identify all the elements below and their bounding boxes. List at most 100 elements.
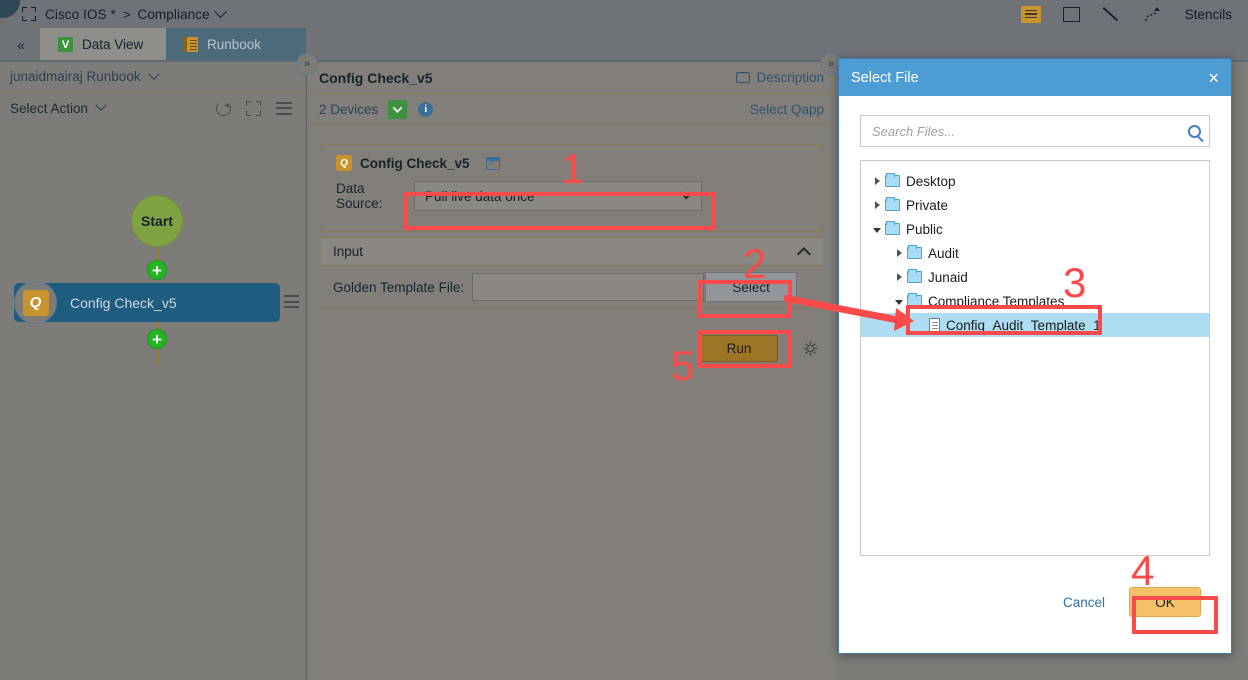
input-section-header[interactable]: Input xyxy=(321,237,823,266)
dialog-footer: Cancel OK xyxy=(839,569,1231,653)
search-input[interactable] xyxy=(872,123,1188,139)
gear-icon[interactable] xyxy=(803,341,818,356)
flow-node-task-label: Config Check_v5 xyxy=(70,294,177,311)
flow-node-config-check[interactable]: Q Config Check_v5 xyxy=(14,281,280,324)
select-action-chevron-down-icon[interactable] xyxy=(95,99,107,111)
file-tree-folder[interactable]: Compliance Templates xyxy=(861,289,1209,313)
runbook-flow-canvas[interactable]: Start + Q Config Check_v5 + xyxy=(0,124,306,364)
add-step-button-top[interactable]: + xyxy=(147,260,167,280)
devices-count-label[interactable]: 2 Devices xyxy=(319,102,378,117)
config-panel-subheader: 2 Devices i Select Qapp xyxy=(307,94,836,125)
hamburger-icon[interactable] xyxy=(1020,5,1041,23)
flow-node-menu-icon[interactable] xyxy=(284,295,299,308)
dialog-header: Select File × xyxy=(839,59,1231,96)
golden-template-row: Golden Template File: Select xyxy=(321,266,823,308)
config-panel: Config Check_v5 Description 2 Devices i … xyxy=(306,62,836,680)
chevron-right-icon[interactable] xyxy=(869,177,885,185)
chevron-down-icon[interactable] xyxy=(213,4,227,18)
square-icon[interactable] xyxy=(1062,6,1080,22)
file-tree[interactable]: Desktop Private Public Audit Junaid Complianc… xyxy=(860,160,1210,556)
description-label: Description xyxy=(756,70,824,85)
expand-icon[interactable] xyxy=(246,100,261,116)
select-qapp-link[interactable]: Select Qapp xyxy=(750,102,824,117)
cancel-button[interactable]: Cancel xyxy=(1063,595,1105,610)
file-tree-file[interactable]: Config_Audit_Template_1 xyxy=(861,313,1209,337)
breadcrumb-current[interactable]: Compliance xyxy=(137,7,209,22)
devices-dropdown-button[interactable] xyxy=(388,99,408,119)
close-icon[interactable]: × xyxy=(1208,69,1219,87)
chevron-down-icon[interactable] xyxy=(891,298,907,305)
flow-node-start[interactable]: Start xyxy=(131,195,183,247)
file-tree-label: Config_Audit_Template_1 xyxy=(946,317,1101,333)
select-file-dialog: Select File × Desktop Private Public Audit J… xyxy=(838,58,1232,654)
tab-runbook[interactable]: Runbook xyxy=(166,28,306,61)
description-icon xyxy=(736,68,751,83)
data-source-select[interactable]: Pull live data once xyxy=(414,181,702,211)
file-tree-label: Junaid xyxy=(928,269,968,285)
file-tree-folder[interactable]: Public xyxy=(861,217,1209,241)
config-panel-header: Config Check_v5 Description xyxy=(307,62,836,94)
tab-runbook-label: Runbook xyxy=(207,37,262,52)
file-tree-label: Audit xyxy=(928,245,959,261)
qapp-icon: Q xyxy=(22,289,49,316)
data-source-value: Pull live data once xyxy=(425,188,535,204)
file-tree-folder[interactable]: Private xyxy=(861,193,1209,217)
curve-icon[interactable] xyxy=(1143,5,1163,23)
golden-template-input[interactable] xyxy=(472,273,705,301)
dialog-body: Desktop Private Public Audit Junaid Complianc… xyxy=(839,96,1231,556)
pen-icon[interactable] xyxy=(1102,6,1121,23)
chevron-up-icon xyxy=(796,246,811,261)
notebook-icon xyxy=(184,37,198,52)
file-tree-label: Desktop xyxy=(906,173,956,189)
collapse-left-panel-pill[interactable]: » xyxy=(296,53,318,75)
qapp-card-title: Config Check_v5 xyxy=(360,155,470,171)
stencils-label[interactable]: Stencils xyxy=(1185,7,1232,22)
expand-arrows-icon[interactable] xyxy=(22,7,36,21)
file-tree-folder[interactable]: Junaid xyxy=(861,265,1209,289)
collapse-sidebar-button[interactable]: « xyxy=(8,33,34,57)
data-source-row: Data Source: Pull live data once xyxy=(322,171,822,211)
runbook-header: junaidmairaj Runbook xyxy=(0,62,306,92)
description-button[interactable]: Description xyxy=(736,68,824,85)
ok-button[interactable]: OK xyxy=(1129,587,1201,617)
chevron-right-icon[interactable] xyxy=(891,249,907,257)
chevron-right-icon[interactable] xyxy=(891,273,907,281)
popout-icon[interactable] xyxy=(485,156,500,170)
menu-icon[interactable] xyxy=(276,101,292,115)
folder-icon xyxy=(885,221,900,235)
runbook-icon-group xyxy=(216,100,292,116)
v-logo-icon: V xyxy=(58,37,73,52)
flow-node-start-label: Start xyxy=(141,213,173,229)
folder-icon xyxy=(885,197,900,211)
input-section-label: Input xyxy=(333,244,364,259)
file-tree-label: Private xyxy=(906,197,949,213)
folder-icon xyxy=(907,269,922,283)
tab-data-view[interactable]: V Data View xyxy=(40,28,166,61)
info-icon[interactable]: i xyxy=(418,101,434,117)
search-files-box[interactable] xyxy=(860,115,1210,147)
breadcrumb-root[interactable]: Cisco IOS * xyxy=(45,7,116,22)
chevron-down-icon[interactable] xyxy=(869,226,885,233)
runbook-action-bar: Select Action xyxy=(0,92,306,124)
qapp-icon: Q xyxy=(336,155,352,171)
file-tree-label: Compliance Templates xyxy=(928,293,1065,309)
add-step-button-bottom[interactable]: + xyxy=(147,329,167,349)
folder-icon xyxy=(907,293,922,307)
runbook-panel: junaidmairaj Runbook Select Action Start… xyxy=(0,62,306,680)
file-tree-folder[interactable]: Desktop xyxy=(861,169,1209,193)
select-action-dropdown[interactable]: Select Action xyxy=(10,101,88,116)
search-icon[interactable] xyxy=(1188,124,1201,138)
select-button[interactable]: Select xyxy=(705,272,798,302)
chevron-down-icon xyxy=(679,186,693,199)
chevron-right-icon[interactable] xyxy=(869,201,885,209)
refresh-icon[interactable] xyxy=(216,100,231,116)
flow-node-icon-ring: Q xyxy=(14,281,57,324)
file-tree-folder[interactable]: Audit xyxy=(861,241,1209,265)
runbook-chevron-down-icon[interactable] xyxy=(147,68,160,80)
run-button[interactable]: Run xyxy=(700,335,778,362)
data-source-label: Data Source: xyxy=(336,181,383,211)
file-tree-label: Public xyxy=(906,221,943,237)
tab-data-view-label: Data View xyxy=(82,37,144,52)
runbook-title[interactable]: junaidmairaj Runbook xyxy=(10,69,141,84)
breadcrumb: Cisco IOS * > Compliance xyxy=(0,0,227,28)
